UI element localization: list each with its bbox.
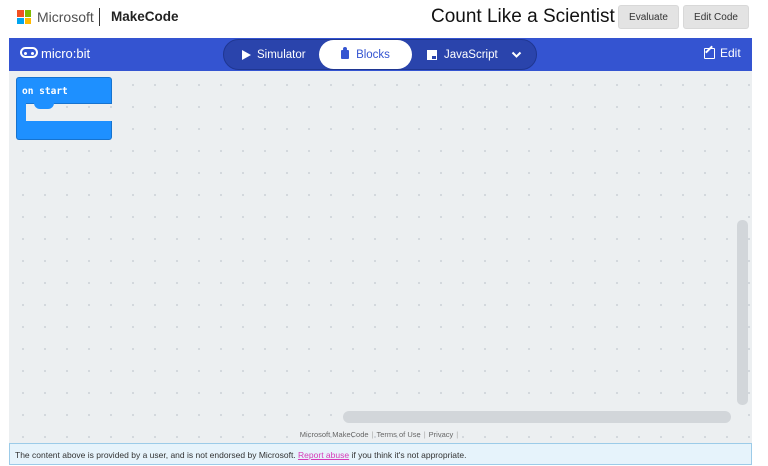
microbit-logo-text[interactable]: micro:bit [41,46,90,61]
tab-javascript-label: JavaScript [444,48,498,61]
on-start-block-header: on start [16,77,112,104]
edit-icon [704,47,715,59]
language-dropdown[interactable] [511,40,522,69]
makecode-brand[interactable]: MakeCode [111,9,179,24]
edit-label: Edit [720,46,741,60]
tab-simulator[interactable]: Simulator [242,40,306,69]
microsoft-brand[interactable]: Microsoft [37,9,94,25]
footer-link-terms[interactable]: Terms of Use [377,430,421,439]
play-icon [242,49,251,60]
blocks-workspace[interactable]: on start Microsoft MakeCode | Terms of Use… [9,71,752,443]
tab-simulator-label: Simulator [257,48,306,61]
tab-blocks-label: Blocks [356,48,390,61]
tab-blocks[interactable]: Blocks [319,40,412,69]
on-start-block-arm [16,103,26,122]
edit-button[interactable]: Edit [704,46,741,60]
vertical-scrollbar[interactable] [737,220,748,405]
tab-javascript[interactable]: JavaScript [427,40,498,69]
on-start-block-notch [34,103,54,109]
disclaimer-text: The content above is provided by a user,… [15,450,296,460]
evaluate-button[interactable]: Evaluate [618,5,679,29]
footer-link-makecode[interactable]: Microsoft MakeCode [300,430,369,439]
microsoft-logo-icon [17,10,31,24]
report-abuse-link[interactable]: Report abuse [298,450,349,460]
on-start-block-footer [16,121,112,140]
puzzle-icon [341,47,350,59]
chevron-down-icon [511,51,522,58]
edit-code-button[interactable]: Edit Code [683,5,749,29]
header-divider [99,8,100,26]
microbit-logo-icon[interactable] [20,47,38,58]
editor-toolbar: micro:bit Simulator Blocks JavaScript Ed… [9,38,752,71]
editor-tab-switcher: Simulator Blocks JavaScript [223,39,537,70]
on-start-block[interactable]: on start [16,77,112,140]
disclaimer-text-end: if you think it's not appropriate. [351,450,467,460]
horizontal-scrollbar[interactable] [343,411,731,423]
footer-links: Microsoft MakeCode | Terms of Use | Privacy | [299,430,459,439]
on-start-label: on start [22,86,68,97]
top-header: Microsoft MakeCode Count Like a Scientis… [0,0,768,36]
user-content-disclaimer: The content above is provided by a user,… [9,443,752,465]
footer-link-privacy[interactable]: Privacy [429,430,454,439]
javascript-icon [427,49,437,60]
project-title: Count Like a Scientist [431,6,615,27]
